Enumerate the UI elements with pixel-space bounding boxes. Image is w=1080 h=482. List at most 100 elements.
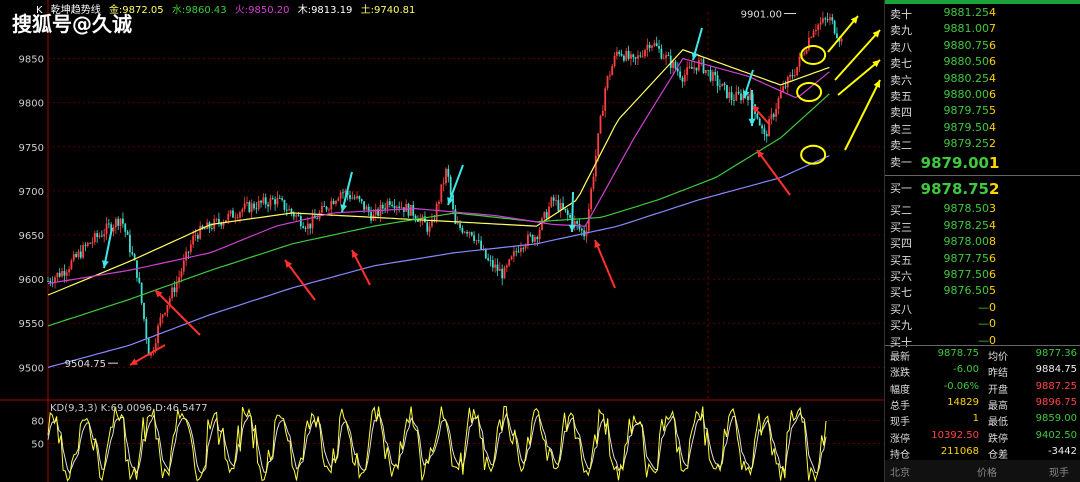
candle-body [234, 217, 237, 219]
sell-row-5[interactable]: 卖五 9880.00 6 [885, 88, 1080, 104]
candle-body [58, 272, 61, 277]
sell-volume: 4 [989, 120, 996, 134]
candle-body [218, 218, 220, 223]
candle-body [442, 183, 445, 185]
buy-row-6[interactable]: 买六 9877.50 6 [885, 268, 1080, 284]
candle-body [491, 260, 494, 268]
buy-row-2[interactable]: 买二 9878.50 3 [885, 202, 1080, 218]
stat-row: 涨停 10392.50 跌停 9402.50 [885, 430, 1080, 447]
candle-body [124, 223, 127, 232]
candle-body [531, 235, 534, 242]
candle-body [145, 319, 148, 339]
sell-volume: 4 [989, 71, 996, 85]
candle-body [473, 235, 475, 241]
buy-row-5[interactable]: 买五 9877.75 6 [885, 252, 1080, 268]
candle-body [524, 245, 527, 249]
candle-body [199, 225, 202, 239]
buy-price: — [978, 317, 989, 331]
candle-body [107, 223, 110, 225]
sell-row-10[interactable]: 卖十 9881.25 4 [885, 6, 1080, 22]
buy-row-4[interactable]: 买四 9878.00 8 [885, 235, 1080, 251]
candle-body [264, 197, 267, 205]
buy-volume: 3 [989, 202, 996, 216]
stat-key: 最高 [988, 400, 1008, 412]
candle-body [601, 110, 604, 116]
sell-row-8[interactable]: 卖八 9880.75 6 [885, 39, 1080, 55]
buy-volume: 6 [989, 251, 996, 265]
candle-body [445, 168, 447, 184]
stat-value: -0.06% [943, 380, 979, 392]
yellow-arrow-3 [844, 79, 881, 151]
candle-body [269, 198, 272, 207]
candle-body [316, 218, 319, 220]
candle-body [210, 228, 213, 230]
candle-body [138, 277, 141, 283]
candle-body [459, 223, 461, 228]
sell-row-1[interactable]: 卖一 9879.00 1 [885, 153, 1080, 172]
legend-shui: 水:9860.43 [171, 5, 227, 16]
stat-row: 最新 9878.75 均价 9877.36 [885, 348, 1080, 365]
candle-body [68, 268, 70, 273]
candle-body [590, 188, 593, 210]
candle-body [505, 265, 508, 268]
candle-body [803, 53, 806, 55]
buy-row-1[interactable]: 买一 9878.75 2 [885, 180, 1080, 198]
candle-body [653, 43, 656, 46]
buy-row-9[interactable]: 买九 —0 [885, 317, 1080, 333]
sell-row-3[interactable]: 卖三 9879.50 4 [885, 121, 1080, 137]
candle-body [250, 203, 253, 213]
buy-row-3[interactable]: 买三 9878.25 4 [885, 219, 1080, 235]
sell-row-6[interactable]: 卖六 9880.25 4 [885, 72, 1080, 88]
candle-body [381, 204, 384, 209]
candle-body [796, 66, 799, 76]
candle-body [508, 259, 511, 266]
candle-body [143, 302, 145, 320]
sell-row-4[interactable]: 卖四 9879.75 5 [885, 104, 1080, 120]
candle-body [452, 194, 454, 210]
sell-price: 9881.25 [943, 6, 990, 19]
candle-body [606, 76, 609, 89]
candle-body [548, 206, 550, 219]
red-arrow-5 [756, 149, 791, 196]
sell-row-2[interactable]: 卖二 9879.25 2 [885, 137, 1080, 153]
candle-body [627, 50, 630, 59]
buy-price: 9876.50 [943, 284, 990, 298]
candle-body [826, 19, 829, 21]
candle-body [812, 31, 815, 38]
candle-body [61, 271, 63, 277]
buy-row-8[interactable]: 买八 —0 [885, 301, 1080, 317]
buy-label: 买二 [890, 204, 912, 218]
stat-key: 最新 [890, 352, 910, 363]
sell-row-7[interactable]: 卖七 9880.50 6 [885, 55, 1080, 71]
buy-volume: 0 [989, 300, 996, 314]
candle-body [765, 133, 768, 137]
ma-line-3 [47, 155, 830, 368]
candle-body [630, 54, 632, 59]
sell-volume: 6 [989, 38, 996, 52]
candle-body [70, 260, 73, 269]
candle-body [117, 218, 120, 226]
candle-body [440, 184, 443, 202]
candle-body [480, 240, 483, 250]
stat-key: 持仓 [890, 449, 910, 461]
candle-body [72, 254, 75, 261]
buy-price: 9877.50 [943, 268, 990, 281]
stat-value: 9896.75 [1035, 396, 1077, 408]
candle-body [536, 237, 539, 240]
candle-body [716, 75, 719, 86]
candle-body [637, 55, 639, 59]
buy-row-7[interactable]: 买七 9876.50 5 [885, 284, 1080, 300]
quote-panel: 卖十 9881.25 4 卖九 9881.00 7 卖八 9880.75 6 卖七 9880.50 6… [884, 0, 1080, 482]
sell-price: 9879.00 [920, 153, 989, 172]
candle-body [807, 37, 810, 50]
price-tick-label: 9550 [19, 319, 44, 330]
sell-row-9[interactable]: 卖九 9881.00 7 [885, 22, 1080, 38]
candle-body [189, 244, 192, 253]
candle-body [611, 65, 614, 76]
candle-body [515, 251, 518, 253]
chart-area[interactable]: 9850 9800 9750 9700 9650 9600 9550 9500 9901.00 9… [0, 0, 884, 482]
stat-key: 跌停 [988, 433, 1008, 445]
stat-value: 9887.25 [1035, 380, 1077, 392]
candle-body [822, 18, 824, 23]
candle-body [96, 233, 99, 237]
